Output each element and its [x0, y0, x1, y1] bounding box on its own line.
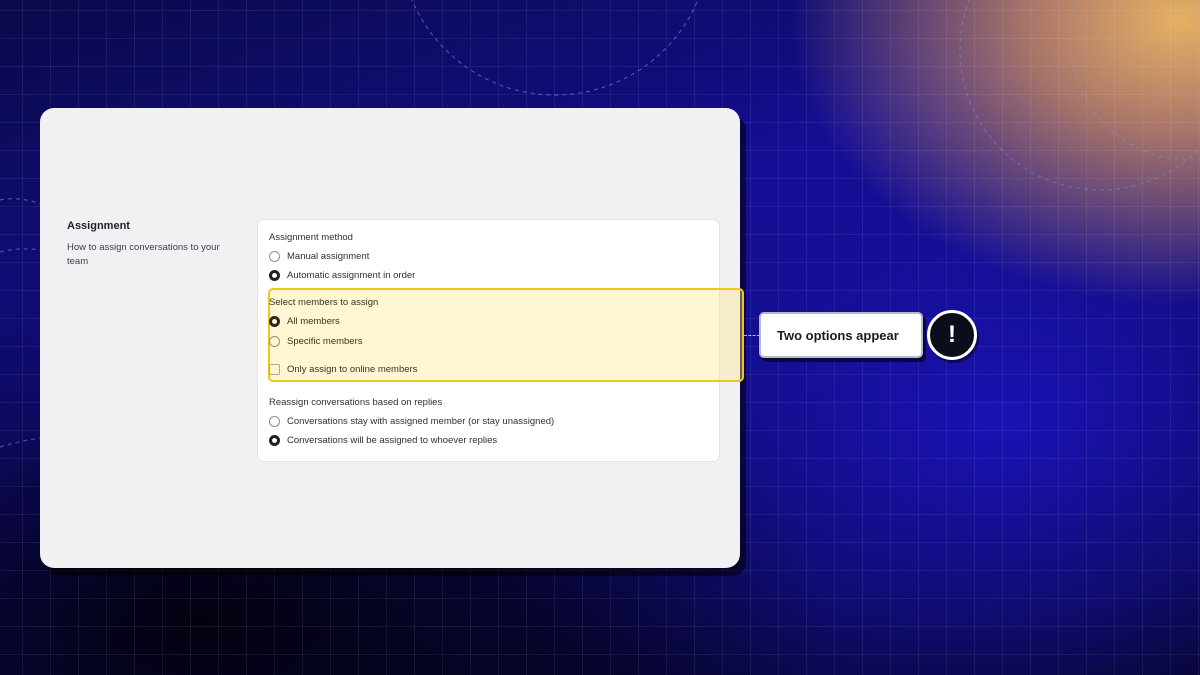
specific-members-option[interactable]: Specific members [269, 336, 363, 347]
whoever-replies-label: Conversations will be assigned to whoeve… [287, 435, 498, 446]
callout-tooltip: Two options appear [759, 312, 923, 358]
specific-members-label: Specific members [287, 336, 363, 347]
reassign-label: Reassign conversations based on replies [269, 397, 443, 408]
stay-assigned-radio[interactable] [269, 416, 280, 427]
whoever-replies-radio[interactable] [269, 435, 280, 446]
assignment-title: Assignment [67, 220, 130, 232]
stay-assigned-label: Conversations stay with assigned member … [287, 416, 555, 427]
assignment-method-label: Assignment method [269, 232, 353, 243]
whoever-replies-option[interactable]: Conversations will be assigned to whoeve… [269, 435, 497, 446]
online-members-label: Only assign to online members [287, 364, 418, 375]
callout-connector [744, 335, 760, 336]
all-members-radio[interactable] [269, 316, 280, 327]
automatic-assignment-label: Automatic assignment in order [287, 270, 416, 281]
manual-assignment-label: Manual assignment [287, 251, 370, 262]
manual-assignment-radio[interactable] [269, 251, 280, 262]
all-members-label: All members [287, 316, 340, 327]
callout-text: Two options appear [777, 327, 899, 343]
members-highlight-box: Select members to assign All members Spe… [268, 288, 744, 382]
online-members-checkbox[interactable] [269, 364, 280, 375]
manual-assignment-option[interactable]: Manual assignment [269, 251, 369, 262]
stay-assigned-option[interactable]: Conversations stay with assigned member … [269, 416, 554, 427]
select-members-label: Select members to assign [269, 297, 379, 308]
online-members-option[interactable]: Only assign to online members [269, 364, 417, 375]
exclamation-icon[interactable]: ! [927, 310, 977, 360]
automatic-assignment-option[interactable]: Automatic assignment in order [269, 270, 415, 281]
specific-members-radio[interactable] [269, 336, 280, 347]
all-members-option[interactable]: All members [269, 316, 340, 327]
automatic-assignment-radio[interactable] [269, 270, 280, 281]
assignment-description: How to assign conversations to your team [67, 242, 220, 267]
exclamation-glyph: ! [948, 321, 956, 348]
settings-card: Assignment How to assign conversations t… [40, 108, 744, 568]
